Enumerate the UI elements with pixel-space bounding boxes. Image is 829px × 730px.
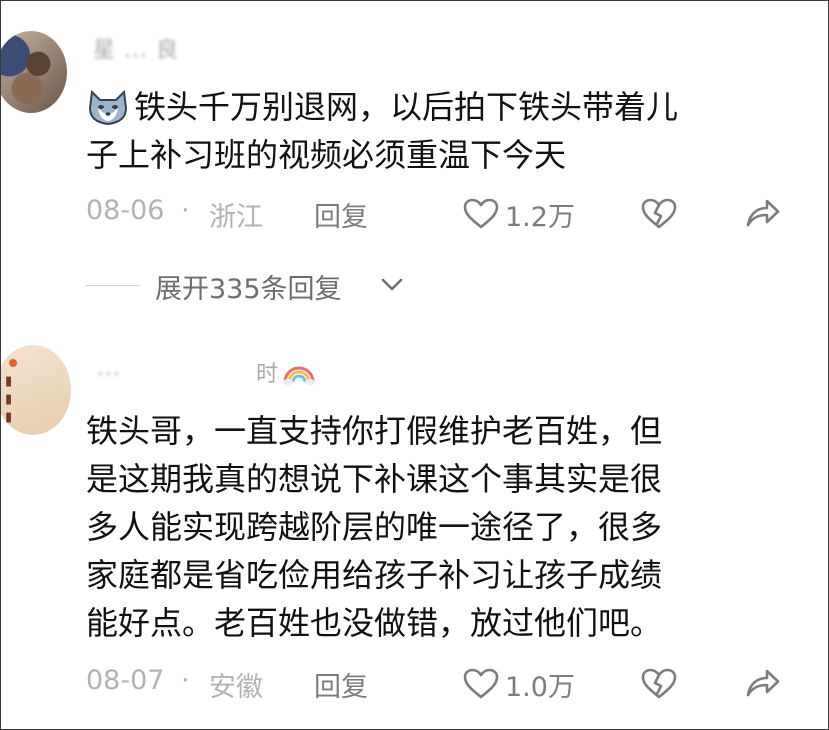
share-arrow-icon[interactable] [745,668,781,698]
comment-text-line: 多人能实现跨越阶层的唯一途径了，很多 [86,508,663,546]
like-count: 1.0万 [505,672,575,703]
meta-separator: · [181,665,190,696]
reply-button[interactable]: 回复 [314,665,368,704]
comment-location: 安徽 [209,672,263,703]
comment-date: 08-06 [86,195,165,226]
share-arrow-icon[interactable] [745,198,781,228]
comment-list: 星 ... 良 铁头千万别退网，以后拍下铁头带着儿 子上补习班的视频必须重温下今… [0,0,829,730]
dislike-broken-heart-icon[interactable] [641,198,677,230]
comment-text: 铁头千万别退网，以后拍下铁头带着儿 子上补习班的视频必须重温下今天 [86,83,786,179]
username[interactable]: 星 ... 良 [93,32,179,64]
rainbow-icon [283,366,315,385]
like-heart-icon[interactable] [463,668,499,700]
wolf-emoji-icon [88,89,128,126]
avatar-sun-mark [9,359,17,367]
avatar-decoration: ▮ [5,392,13,407]
chevron-down-icon[interactable] [380,276,404,294]
comment-date: 08-07 [86,665,165,696]
reply-button[interactable]: 回复 [314,195,368,234]
like-heart-icon[interactable] [463,198,499,230]
like-count: 1.2万 [505,202,575,233]
comment-text-line: 家庭都是省吃俭用给孩子补习让孩子成绩 [86,556,663,594]
comment-text: 铁头哥，一直支持你打假维护老百姓，但 是这期我真的想说下补课这个事其实是很 多人… [86,407,786,647]
avatar[interactable]: ▮ ▮ ▮ [1,345,71,435]
avatar[interactable] [1,31,67,113]
comment-text-line: 是这期我真的想说下补课这个事其实是很 [86,460,663,498]
username[interactable]: ... [97,356,121,381]
comment-location: 浙江 [209,202,263,233]
comment-text-line: 铁头千万别退网，以后拍下铁头带着儿 [134,88,679,126]
avatar-decoration: ▮ [5,374,13,389]
comment-text-line: 铁头哥，一直支持你打假维护老百姓，但 [86,412,663,450]
username-tail: 时 [256,362,279,387]
comment-text-line: 子上补习班的视频必须重温下今天 [86,136,567,174]
comment-text-line: 能好点。老百姓也没做错，放过他们吧。 [86,604,663,642]
avatar-decoration: ▮ [5,410,13,425]
divider [86,285,140,286]
dislike-broken-heart-icon[interactable] [641,668,677,700]
expand-replies-button[interactable]: 展开335条回复 [155,267,342,306]
meta-separator: · [181,195,190,226]
